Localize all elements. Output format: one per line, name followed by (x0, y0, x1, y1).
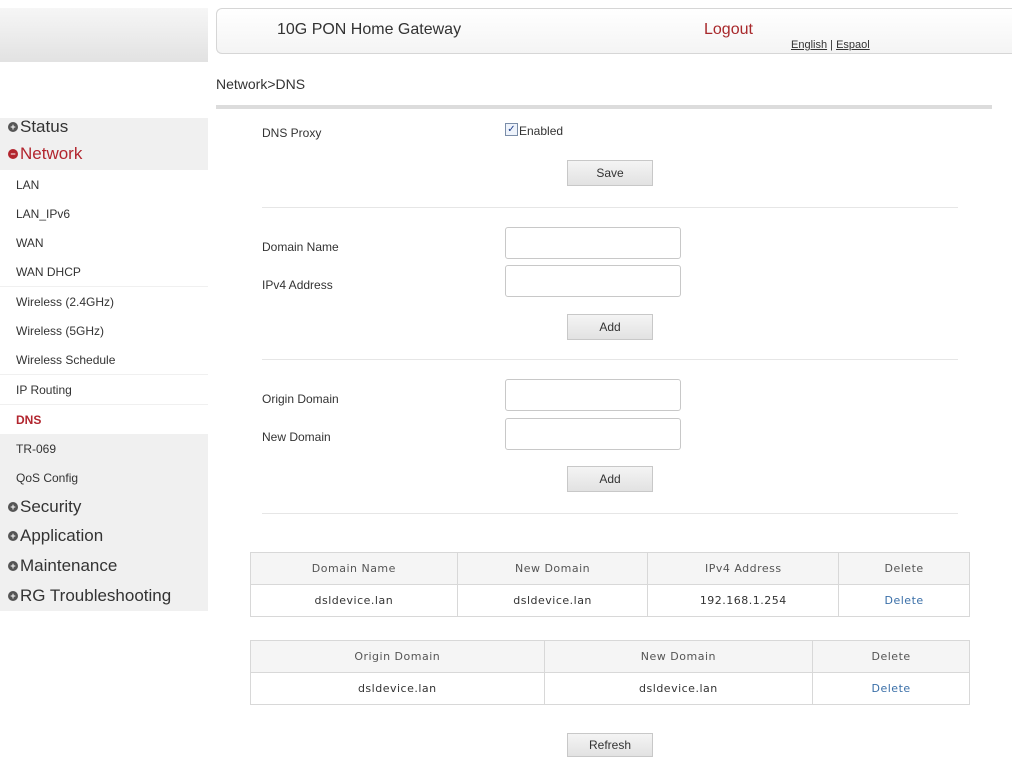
save-button[interactable]: Save (567, 160, 653, 186)
origin-domain-input[interactable] (505, 379, 681, 411)
table-row: dsldevice.lan dsldevice.lan Delete (250, 672, 970, 705)
lang-espanol-link[interactable]: Espaol (836, 39, 870, 51)
sidebar-item-wireless-24[interactable]: Wireless (2.4GHz) (0, 287, 208, 316)
dns-proxy-checkbox-group[interactable]: ✓ Enabled (505, 122, 564, 138)
section-divider (262, 359, 958, 360)
delete-cell: Delete (838, 584, 970, 617)
sidebar-group-security[interactable]: + Security (0, 494, 208, 520)
collapse-minus-icon: − (8, 149, 18, 159)
dns-domain-table: Origin Domain New Domain Delete dsldevic… (250, 640, 970, 705)
sidebar-group-rg-troubleshooting[interactable]: + RG Troubleshooting (0, 583, 208, 609)
sidebar-group-label: Network (20, 144, 83, 163)
ipv4-address-input[interactable] (505, 265, 681, 297)
dns-host-table: Domain Name New Domain IPv4 Address Dele… (250, 552, 970, 617)
expand-plus-icon: + (8, 122, 18, 132)
sidebar-item-wan[interactable]: WAN (0, 228, 208, 257)
add-domain-button[interactable]: Add (567, 466, 653, 492)
sidebar-item-wan-dhcp[interactable]: WAN DHCP (0, 257, 208, 286)
new-domain-cell: dsldevice.lan (543, 672, 814, 705)
ipv4-address-label: IPv4 Address (262, 278, 333, 292)
domain-name-cell: dsldevice.lan (250, 584, 458, 617)
sidebar-item-dns[interactable]: DNS (0, 405, 208, 434)
breadcrumb: Network>DNS (216, 76, 306, 92)
language-switcher: English | Espaol (791, 39, 870, 51)
sidebar-item-tr069[interactable]: TR-069 (0, 434, 208, 463)
sidebar-group-application[interactable]: + Application (0, 523, 208, 549)
dns-proxy-checkbox[interactable]: ✓ (505, 122, 518, 136)
sidebar-group-label: Security (20, 497, 82, 516)
new-domain-input[interactable] (505, 418, 681, 450)
sidebar-top-panel (0, 8, 208, 62)
new-domain-cell: dsldevice.lan (456, 584, 649, 617)
sidebar-group-status[interactable]: + Status (0, 114, 208, 140)
domain-name-input[interactable] (505, 227, 681, 259)
top-header: 10G PON Home Gateway Logout English | Es… (216, 8, 1012, 54)
refresh-button[interactable]: Refresh (567, 733, 653, 757)
expand-plus-icon: + (8, 531, 18, 541)
column-header: Delete (838, 552, 970, 585)
column-header: IPv4 Address (647, 552, 840, 585)
gateway-title: 10G PON Home Gateway (277, 21, 462, 38)
logout-link[interactable]: Logout (704, 21, 753, 39)
delete-domain-link[interactable]: Delete (872, 682, 911, 695)
column-header: New Domain (543, 640, 814, 673)
sidebar-item-ip-routing[interactable]: IP Routing (0, 375, 208, 404)
sidebar-item-lan-ipv6[interactable]: LAN_IPv6 (0, 199, 208, 228)
table-header-row: Origin Domain New Domain Delete (250, 640, 970, 673)
sidebar-item-wireless-5[interactable]: Wireless (5GHz) (0, 316, 208, 345)
sidebar-group-label: Maintenance (20, 556, 118, 575)
sidebar-group-network[interactable]: − Network (0, 141, 208, 167)
domain-name-label: Domain Name (262, 240, 339, 254)
sidebar-item-wireless-schedule[interactable]: Wireless Schedule (0, 345, 208, 374)
sidebar-group-label: RG Troubleshooting (20, 586, 172, 605)
dns-proxy-checkbox-label: Enabled (519, 124, 564, 138)
lang-separator: | (827, 39, 837, 51)
breadcrumb-divider (216, 105, 992, 109)
sidebar-group-label: Application (20, 526, 104, 545)
lang-english-link[interactable]: English (791, 39, 827, 51)
add-host-button[interactable]: Add (567, 314, 653, 340)
dns-proxy-label: DNS Proxy (262, 126, 322, 140)
column-header: Origin Domain (250, 640, 545, 673)
sidebar-group-maintenance[interactable]: + Maintenance (0, 553, 208, 579)
section-divider (262, 513, 958, 514)
expand-plus-icon: + (8, 561, 18, 571)
column-header: Delete (812, 640, 970, 673)
table-header-row: Domain Name New Domain IPv4 Address Dele… (250, 552, 970, 585)
origin-domain-cell: dsldevice.lan (250, 672, 545, 705)
origin-domain-label: Origin Domain (262, 392, 339, 406)
expand-plus-icon: + (8, 591, 18, 601)
delete-host-link[interactable]: Delete (885, 594, 924, 607)
column-header: Domain Name (250, 552, 458, 585)
new-domain-label: New Domain (262, 430, 331, 444)
sidebar-item-qos-config[interactable]: QoS Config (0, 463, 208, 492)
sidebar-group-label: Status (20, 117, 69, 136)
table-row: dsldevice.lan dsldevice.lan 192.168.1.25… (250, 584, 970, 617)
column-header: New Domain (456, 552, 649, 585)
delete-cell: Delete (812, 672, 970, 705)
expand-plus-icon: + (8, 502, 18, 512)
sidebar-item-lan[interactable]: LAN (0, 170, 208, 199)
section-divider (262, 207, 958, 208)
ipv4-address-cell: 192.168.1.254 (647, 584, 840, 617)
